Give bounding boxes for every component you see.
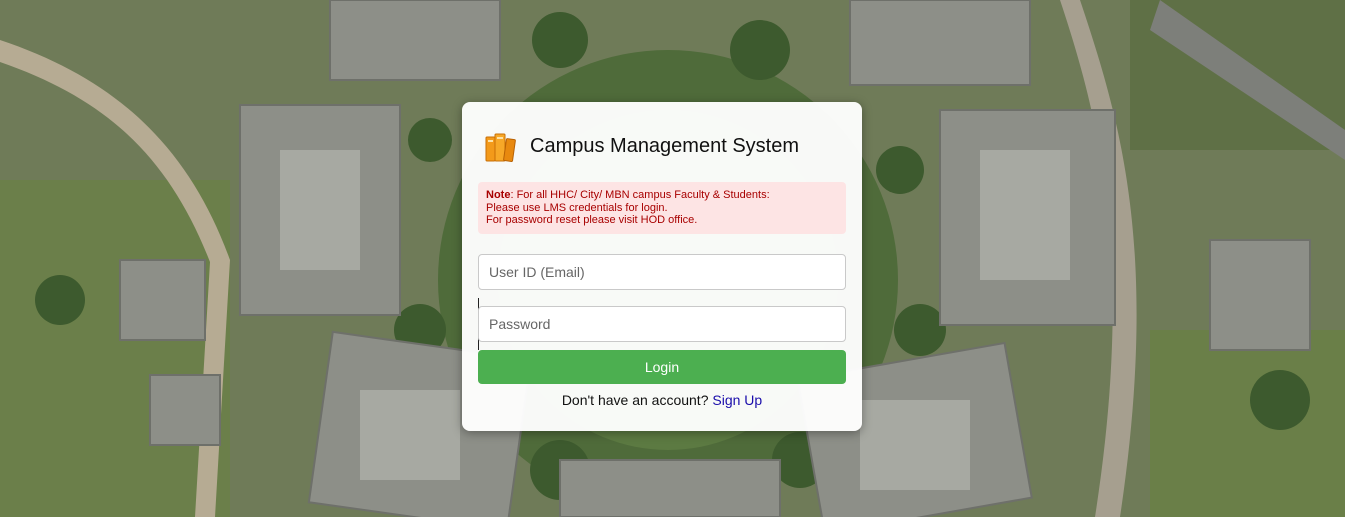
login-card: Campus Management System Note: For all H…: [462, 102, 862, 431]
card-header: Campus Management System: [482, 128, 799, 164]
notice-line-2: Please use LMS credentials for login.: [486, 201, 668, 214]
notice-line-3: For password reset please visit HOD offi…: [486, 214, 698, 226]
notice-label: Note: [486, 189, 511, 201]
page-title: Campus Management System: [530, 134, 800, 157]
signup-row: Don't have an account? Sign Up: [462, 392, 862, 408]
notice-line-1-text: : For all HHC/ City/ MBN campus Faculty …: [510, 189, 770, 201]
books-icon: [482, 128, 518, 164]
login-button[interactable]: Login: [478, 350, 846, 384]
signup-link[interactable]: Sign Up: [712, 392, 762, 408]
notice-line-1: Note: For all HHC/ City/ MBN campus Facu…: [486, 189, 838, 202]
signup-prompt: Don't have an account?: [561, 392, 713, 408]
books-logo-graphic: [485, 133, 516, 162]
password-input[interactable]: [478, 306, 846, 342]
notice-box: Note: For all HHC/ City/ MBN campus Facu…: [478, 182, 846, 234]
user-id-input[interactable]: [478, 254, 846, 290]
